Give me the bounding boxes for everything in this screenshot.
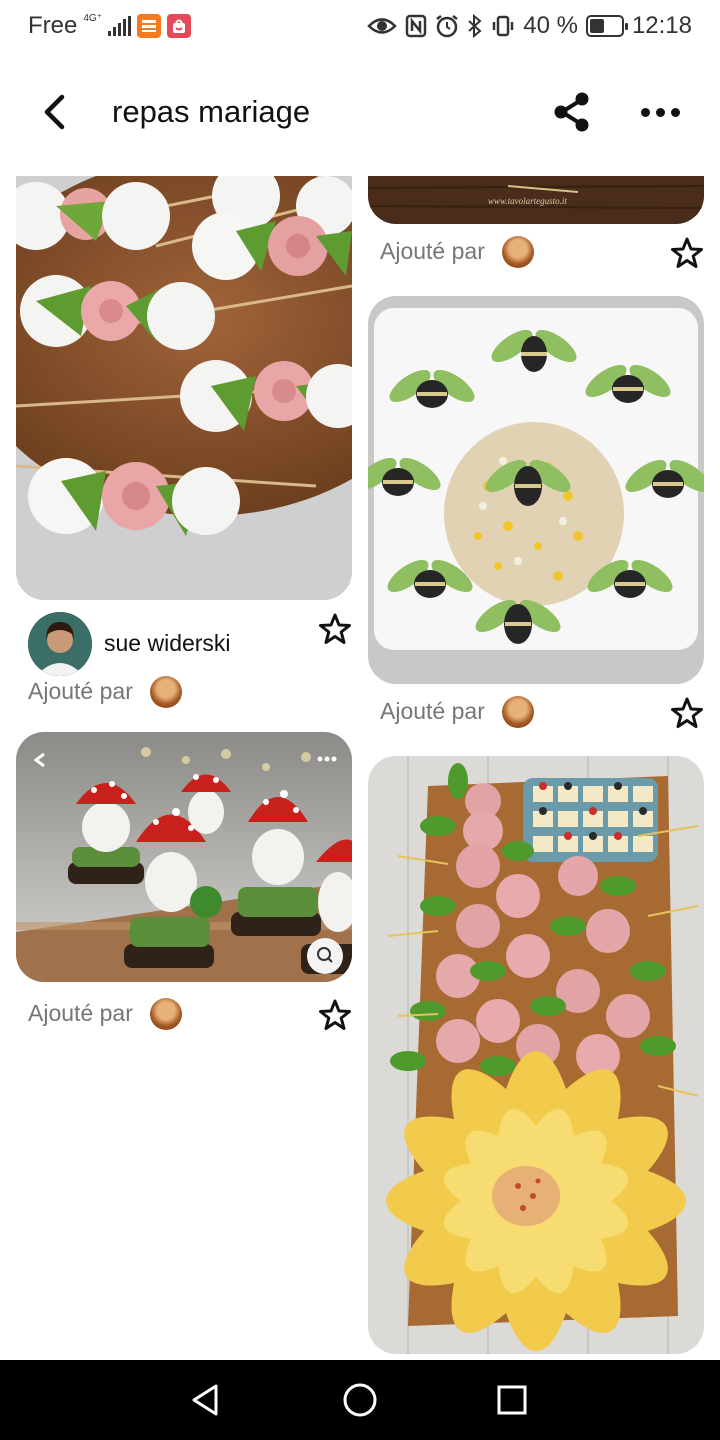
star-icon bbox=[671, 237, 703, 268]
save-pin-button[interactable] bbox=[670, 236, 704, 270]
added-by-label: Ajouté par bbox=[380, 238, 485, 264]
signal-bars-icon bbox=[107, 16, 131, 36]
nav-back-button[interactable] bbox=[186, 1380, 226, 1420]
clock: 12:18 bbox=[631, 12, 692, 39]
status-left: Free 4G⁺ bbox=[28, 10, 191, 42]
system-nav-bar bbox=[0, 1360, 720, 1440]
more-options-button[interactable] bbox=[636, 88, 684, 136]
square-recents-icon bbox=[497, 1385, 527, 1415]
status-right: 40 % 12:18 bbox=[367, 10, 692, 42]
bluetooth-icon bbox=[467, 14, 483, 38]
added-by-avatar[interactable] bbox=[150, 676, 182, 708]
added-by-avatar[interactable] bbox=[502, 236, 534, 268]
save-pin-button[interactable] bbox=[670, 696, 704, 730]
save-pin-button[interactable] bbox=[318, 612, 352, 646]
alarm-icon bbox=[435, 14, 459, 38]
network-type: 4G⁺ bbox=[83, 12, 102, 24]
nfc-icon bbox=[405, 14, 427, 38]
circle-home-icon bbox=[343, 1383, 377, 1417]
nav-home-button[interactable] bbox=[340, 1380, 380, 1420]
added-by-label: Ajouté par bbox=[28, 678, 133, 704]
more-horizontal-icon bbox=[640, 107, 650, 117]
star-icon bbox=[319, 613, 351, 644]
added-by-label: Ajouté par bbox=[380, 698, 485, 724]
pin-image-platter[interactable] bbox=[368, 756, 704, 1354]
status-bar: Free 4G⁺ 40 % 12:18 bbox=[0, 0, 720, 52]
added-by-avatar[interactable] bbox=[150, 998, 182, 1030]
battery-icon bbox=[585, 15, 628, 37]
save-pin-button[interactable] bbox=[318, 998, 352, 1032]
share-icon bbox=[554, 92, 589, 132]
back-button[interactable] bbox=[32, 90, 76, 134]
creator-avatar[interactable] bbox=[28, 612, 92, 676]
star-icon bbox=[319, 999, 351, 1030]
temu-app-icon bbox=[136, 14, 161, 38]
pin-image-wood-top[interactable]: www.tavolartegusto.it bbox=[368, 176, 704, 224]
shopping-app-icon bbox=[166, 14, 191, 38]
eye-icon bbox=[367, 15, 398, 37]
page-title: repas mariage bbox=[112, 94, 311, 129]
pin-image-skewers[interactable] bbox=[16, 176, 352, 600]
carrier-name: Free bbox=[28, 12, 78, 39]
added-by-label: Ajouté par bbox=[28, 1000, 133, 1026]
pin-image-mushrooms[interactable] bbox=[16, 732, 352, 982]
board-header: repas mariage bbox=[0, 72, 720, 152]
vibrate-icon bbox=[491, 14, 515, 38]
battery-percent: 40 % bbox=[523, 12, 578, 39]
star-icon bbox=[671, 697, 703, 728]
chevron-left-icon bbox=[44, 94, 65, 130]
pin-feed[interactable]: sue widerski Ajouté par Ajouté par www.t… bbox=[0, 176, 720, 1360]
share-button[interactable] bbox=[548, 88, 596, 136]
creator-name[interactable]: sue widerski bbox=[104, 630, 231, 657]
pin-image-bees[interactable] bbox=[368, 296, 704, 684]
triangle-back-icon bbox=[192, 1384, 218, 1416]
pin-watermark: www.tavolartegusto.it bbox=[488, 196, 567, 206]
added-by-avatar[interactable] bbox=[502, 696, 534, 728]
nav-recents-button[interactable] bbox=[492, 1380, 532, 1420]
